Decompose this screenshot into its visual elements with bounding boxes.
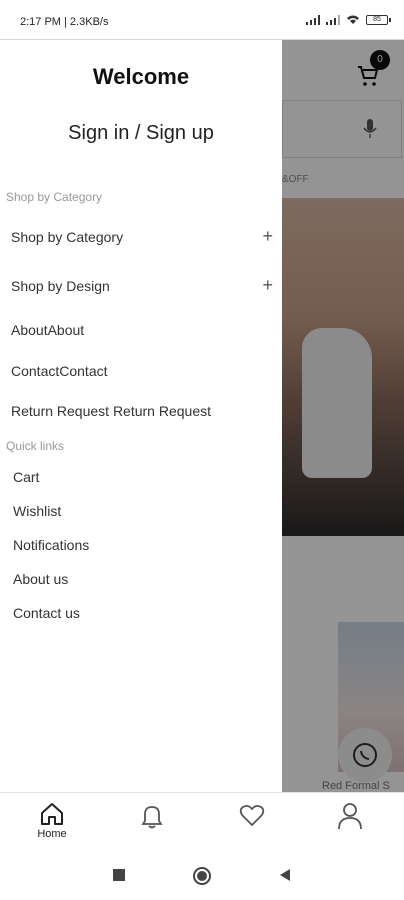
nav-home[interactable]: Home [22, 801, 82, 845]
nav-account[interactable] [320, 801, 380, 845]
section-heading-category: Shop by Category [6, 190, 103, 204]
nav-notifications[interactable] [122, 801, 182, 845]
signal-icon [306, 15, 320, 25]
home-circle-icon[interactable] [192, 866, 212, 886]
signal-icon-2 [326, 15, 340, 25]
system-navigation-bar [0, 850, 404, 900]
menu-item-label: Shop by Category [11, 228, 124, 245]
user-icon [338, 803, 362, 830]
menu-item-label: AboutAbout [11, 322, 85, 338]
section-heading-quick-links: Quick links [6, 439, 65, 453]
wifi-icon [347, 15, 359, 24]
quick-link-contact-us[interactable]: Contact us [13, 605, 80, 621]
menu-item-about[interactable]: AboutAbout [11, 322, 273, 338]
battery-icon: 85 [366, 15, 391, 25]
nav-wishlist[interactable] [222, 801, 282, 845]
status-icons: 85 [306, 15, 391, 25]
menu-item-shop-by-category[interactable]: Shop by Category + [11, 226, 273, 247]
quick-link-notifications[interactable]: Notifications [13, 537, 89, 553]
nav-home-label: Home [37, 828, 67, 840]
recents-icon[interactable] [112, 868, 126, 882]
menu-item-label: Shop by Design [11, 277, 110, 294]
menu-item-return-request[interactable]: Return Request Return Request [11, 403, 273, 419]
menu-item-contact[interactable]: ContactContact [11, 363, 273, 379]
navigation-drawer: Welcome Sign in / Sign up Shop by Catego… [0, 40, 282, 792]
heart-icon [239, 804, 265, 827]
home-icon [41, 803, 63, 825]
back-icon[interactable] [278, 868, 292, 882]
bottom-navigation: Home [0, 792, 404, 850]
menu-item-label: ContactContact [11, 363, 108, 379]
bell-icon [141, 806, 163, 829]
quick-link-about-us[interactable]: About us [13, 571, 68, 587]
signin-link[interactable]: Sign in / Sign up [0, 122, 282, 145]
expand-icon[interactable]: + [262, 275, 273, 296]
menu-item-label: Return Request Return Request [11, 403, 211, 419]
status-time: 2:17 PM | 2.3KB/s [20, 16, 109, 28]
welcome-heading: Welcome [92, 64, 190, 89]
quick-link-wishlist[interactable]: Wishlist [13, 503, 61, 519]
menu-item-shop-by-design[interactable]: Shop by Design + [11, 275, 273, 296]
status-bar: 2:17 PM | 2.3KB/s 85 [0, 0, 404, 40]
expand-icon[interactable]: + [262, 226, 273, 247]
quick-link-cart[interactable]: Cart [13, 469, 39, 485]
